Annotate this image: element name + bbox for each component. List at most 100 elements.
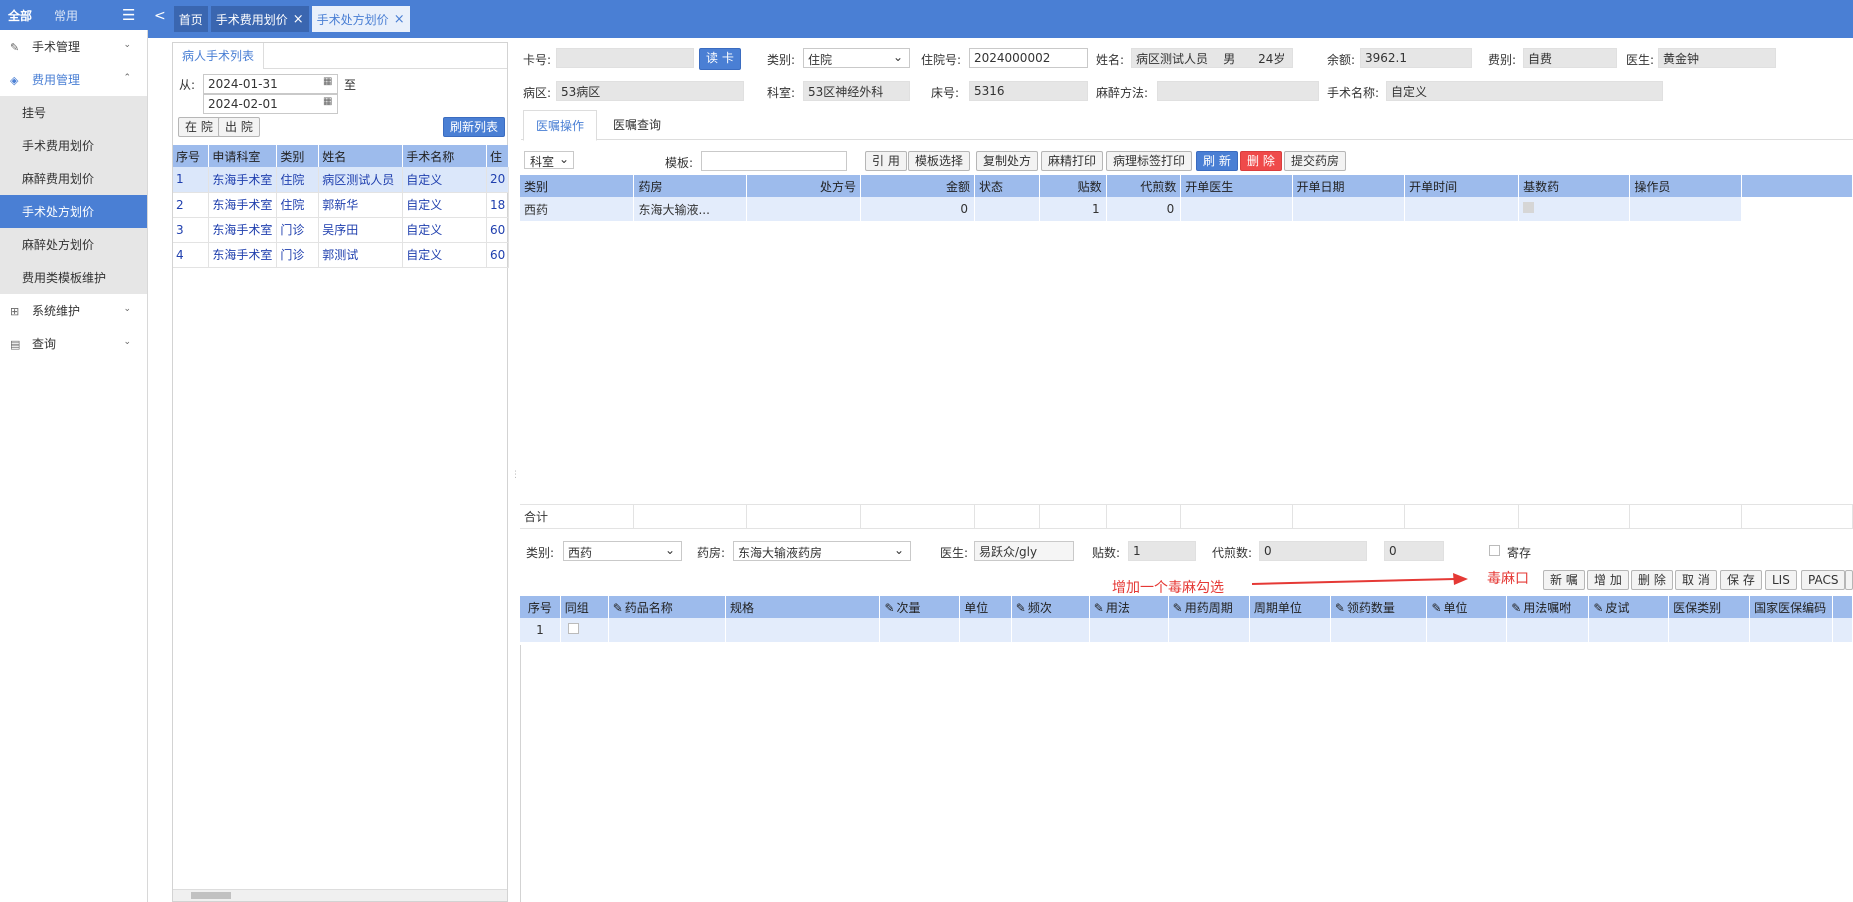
more-button[interactable] [1845, 570, 1853, 590]
delete-button[interactable]: 删 除 [1240, 151, 1282, 171]
tab-common[interactable]: 常用 [40, 7, 92, 24]
column-header[interactable]: 序号 [520, 596, 561, 618]
deposit-checkbox[interactable] [1489, 545, 1500, 556]
table-cell[interactable] [879, 618, 961, 642]
drug-type-select[interactable]: 西药 ⌄ [563, 541, 682, 561]
column-header[interactable]: 开单医生 [1180, 175, 1293, 197]
type-select[interactable]: 住院 ⌄ [803, 48, 910, 68]
table-row[interactable]: 4 东海手术室 门诊 郭测试 自定义 60 [173, 242, 510, 268]
table-cell[interactable] [1168, 618, 1250, 642]
column-header[interactable]: 类别 [520, 175, 635, 197]
column-header[interactable]: 药房 [633, 175, 748, 197]
column-header[interactable]: 类别 [276, 145, 320, 167]
table-cell[interactable] [1011, 618, 1090, 642]
tab-order-query[interactable]: 医嘱查询 [599, 110, 675, 140]
column-header[interactable]: ✎ 次量 [879, 596, 961, 618]
read-card-button[interactable]: 读 卡 [699, 48, 741, 70]
prescriber-field[interactable] [974, 541, 1074, 561]
back-icon[interactable]: < [154, 8, 166, 24]
copy-rx-button[interactable]: 复制处方 [976, 151, 1039, 171]
column-header[interactable]: ✎ 频次 [1011, 596, 1090, 618]
group-checkbox[interactable] [567, 623, 579, 634]
table-cell[interactable] [1249, 618, 1331, 642]
column-header[interactable]: 状态 [974, 175, 1041, 197]
column-header[interactable]: 金额 [860, 175, 976, 197]
table-cell[interactable] [725, 618, 881, 642]
tie-count-field[interactable] [1128, 541, 1196, 561]
table-row[interactable]: 2 东海手术室 住院 郭新华 自定义 18 [173, 192, 510, 218]
submit-pharmacy-button[interactable]: 提交药房 [1284, 151, 1347, 171]
pathology-label-print-button[interactable]: 病理标签打印 [1106, 151, 1193, 171]
sidebar-item-template[interactable]: 费用类模板维护 [0, 261, 147, 294]
panel-title[interactable]: 病人手术列表 [173, 43, 265, 69]
add-button[interactable]: 增 加 [1587, 570, 1629, 590]
column-header[interactable]: ✎ 单位 [1426, 596, 1508, 618]
column-header[interactable]: 代煎数 [1106, 175, 1182, 197]
column-header[interactable]: 同组 [560, 596, 609, 618]
table-row[interactable]: 1 [520, 618, 1853, 642]
table-cell[interactable] [1426, 618, 1508, 642]
column-header[interactable]: 基数药 [1518, 175, 1631, 197]
column-header[interactable]: ✎ 用法嘱咐 [1506, 596, 1590, 618]
column-header[interactable]: ✎ 药品名称 [608, 596, 727, 618]
column-header[interactable]: 申请科室 [208, 145, 278, 167]
column-header[interactable]: 序号 [173, 145, 210, 167]
date-from-input[interactable] [203, 74, 338, 94]
table-cell[interactable] [959, 618, 1012, 642]
column-header[interactable]: ✎ 领药数量 [1330, 596, 1428, 618]
sidebar-item-fees[interactable]: ◈ 费用管理 ⌃ [0, 63, 147, 96]
column-header[interactable]: 国家医保编码 [1749, 596, 1834, 618]
tab-order-ops[interactable]: 医嘱操作 [523, 110, 598, 141]
group-cell[interactable] [560, 618, 609, 642]
sidebar-item-query[interactable]: ▤ 查询 ⌄ [0, 327, 147, 360]
column-header[interactable]: 操作员 [1629, 175, 1742, 197]
table-cell[interactable] [608, 618, 727, 642]
horizontal-scrollbar[interactable] [173, 889, 507, 901]
table-cell[interactable] [1588, 618, 1670, 642]
remove-button[interactable]: 删 除 [1631, 570, 1673, 590]
table-cell[interactable] [1506, 618, 1590, 642]
menu-toggle-icon[interactable]: ☰ [122, 6, 135, 24]
decoction-field-2[interactable] [1384, 541, 1444, 561]
tab-home[interactable]: 首页 [173, 6, 208, 32]
column-header[interactable]: 开单时间 [1404, 175, 1520, 197]
column-header[interactable]: 周期单位 [1249, 596, 1331, 618]
inpatient-no-field[interactable] [969, 48, 1088, 68]
column-header[interactable]: 单位 [959, 596, 1012, 618]
in-hospital-button[interactable]: 在 院 [178, 117, 220, 137]
tab-surgery-fee[interactable]: 手术费用划价 × [210, 6, 309, 32]
lis-button[interactable]: LIS [1765, 570, 1797, 590]
column-header[interactable]: ✎ 皮试 [1588, 596, 1670, 618]
column-header[interactable]: 开单日期 [1292, 175, 1406, 197]
column-header[interactable]: 住 [486, 145, 510, 167]
refresh-list-button[interactable]: 刷新列表 [443, 117, 506, 137]
table-row[interactable]: 3 东海手术室 门诊 吴序田 自定义 60 [173, 217, 510, 243]
column-header[interactable]: 医保类别 [1668, 596, 1751, 618]
column-header[interactable]: 姓名 [318, 145, 404, 167]
new-order-button[interactable]: 新 嘱 [1543, 570, 1585, 590]
column-header[interactable]: 规格 [725, 596, 881, 618]
column-header[interactable]: ✎ 用药周期 [1168, 596, 1250, 618]
scroll-divider[interactable]: ⋮ [511, 470, 520, 486]
template-select-button[interactable]: 模板选择 [908, 151, 971, 171]
tab-all[interactable]: 全部 [0, 7, 40, 24]
sidebar-item-surgery-fee[interactable]: 手术费用划价 [0, 129, 147, 162]
table-cell[interactable] [1089, 618, 1169, 642]
save-button[interactable]: 保 存 [1720, 570, 1762, 590]
table-row[interactable]: 1 东海手术室 住院 病区测试人员 自定义 20 [173, 167, 510, 193]
date-to-input[interactable] [203, 94, 338, 114]
sidebar-item-register[interactable]: 挂号 [0, 96, 147, 129]
table-row[interactable]: 西药 东海大输液... 0 1 0 [520, 197, 1853, 221]
table-cell[interactable] [1749, 618, 1834, 642]
refresh-button[interactable]: 刷 新 [1196, 151, 1238, 171]
calendar-icon[interactable]: ▦ [323, 76, 332, 87]
table-cell[interactable] [1832, 618, 1853, 642]
table-cell[interactable] [1668, 618, 1751, 642]
sidebar-item-system[interactable]: ⊞ 系统维护 ⌄ [0, 294, 147, 327]
column-header[interactable]: 手术名称 [402, 145, 487, 167]
sidebar-item-anes-rx[interactable]: 麻醉处方划价 [0, 228, 147, 261]
close-icon[interactable]: × [293, 12, 304, 27]
close-icon[interactable]: × [394, 12, 405, 27]
discharged-button[interactable]: 出 院 [218, 117, 260, 137]
calendar-icon[interactable]: ▦ [323, 96, 332, 107]
